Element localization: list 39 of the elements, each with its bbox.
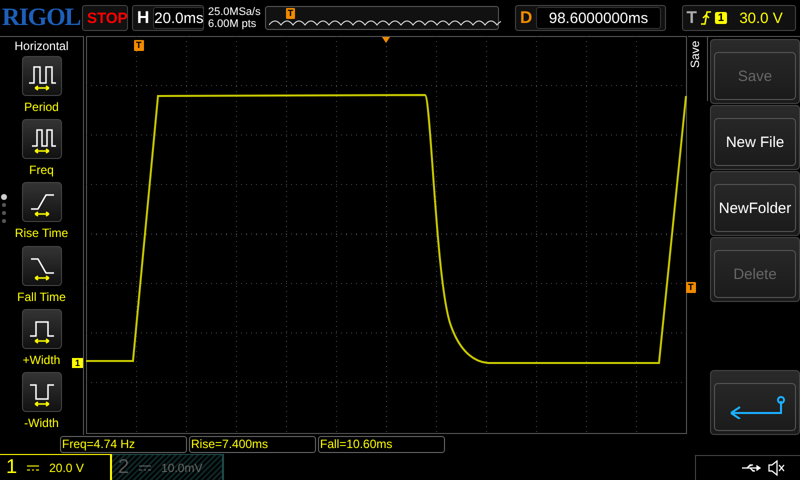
menu-button[interactable]: New File (710, 105, 800, 170)
channel-marker: 1 (72, 358, 84, 368)
horizontal-label: H (137, 8, 150, 28)
trigger-level-marker: T (686, 282, 696, 293)
menu-title: Save (688, 37, 708, 101)
dc-coupling-icon (27, 464, 40, 470)
channel-scale: 10.0mV (161, 460, 202, 474)
measurement-result: Rise=7.400ms (189, 436, 316, 453)
menu-button[interactable]: NewFolder (710, 171, 800, 236)
rising-edge-icon (700, 11, 711, 25)
sample-rate: 25.0MSa/s (208, 6, 261, 18)
timebase-value: 20.0ms (153, 7, 204, 29)
measurement-result: Fall=10.60ms (318, 436, 445, 453)
trigger-level: 30.0 V (738, 8, 784, 28)
dc-coupling-icon (139, 464, 152, 470)
trigger-center-icon (382, 37, 390, 43)
channel-number: 2 (118, 456, 130, 479)
channel-tab[interactable]: 1 20.0 V (0, 454, 112, 480)
page-indicator (1, 194, 7, 224)
sidebar-title: Horizontal (14, 39, 69, 53)
measure-item[interactable]: Rise Time (14, 182, 68, 246)
delay-value: 98.6000000ms (536, 7, 661, 29)
delay-panel[interactable]: D 98.6000000ms (515, 5, 666, 31)
trigger-source: 1 (714, 12, 728, 24)
trigger-panel[interactable]: T 1 30.0 V (682, 5, 796, 31)
logo: RIGOL (2, 4, 78, 32)
timebase-panel[interactable]: H 20.0ms (132, 5, 204, 31)
trigger-position-marker: T (286, 8, 296, 19)
channel-number: 1 (6, 456, 18, 479)
measurement-result: Freq=4.74 Hz (60, 436, 187, 453)
delay-label: D (520, 8, 532, 28)
back-button[interactable] (710, 370, 800, 435)
memory-depth: 6.00M pts (208, 18, 258, 30)
speaker-muted-icon (768, 460, 786, 476)
usb-icon (742, 463, 762, 473)
trigger-label: T (686, 8, 697, 28)
trigger-time-marker: T (134, 40, 144, 51)
run-stop-indicator[interactable]: STOP (82, 5, 128, 31)
channel-scale: 20.0 V (49, 460, 84, 474)
